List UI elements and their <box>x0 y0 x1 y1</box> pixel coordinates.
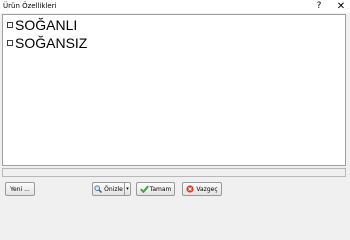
title-bar: Ürün Özellikleri ? ✕ <box>0 0 350 13</box>
ok-button-label: Tamam <box>149 185 172 193</box>
status-bar <box>2 168 346 177</box>
chevron-down-icon: ▾ <box>126 186 129 192</box>
close-button[interactable]: ✕ <box>333 0 349 13</box>
feature-list: SOĞANLI SOĞANSIZ <box>2 14 346 166</box>
window-title: Ürün Özellikleri <box>3 2 57 10</box>
checkbox[interactable] <box>7 40 13 46</box>
new-button[interactable]: Yeni ... <box>5 182 35 196</box>
cancel-icon <box>186 185 194 193</box>
preview-button[interactable]: Önizle <box>92 182 124 196</box>
preview-button-label: Önizle <box>104 185 123 193</box>
button-bar <box>0 179 350 201</box>
list-item-label: SOĞANLI <box>15 17 78 33</box>
list-item-label: SOĞANSIZ <box>15 35 88 51</box>
cancel-button[interactable]: Vazgeç <box>182 182 222 196</box>
help-button[interactable]: ? <box>311 0 327 13</box>
list-item-soganli[interactable]: SOĞANLI <box>7 17 77 33</box>
magnifier-icon <box>94 185 103 193</box>
list-item-sogansiz[interactable]: SOĞANSIZ <box>7 35 87 51</box>
checkmark-icon <box>139 185 149 194</box>
ok-button[interactable]: Tamam <box>136 182 175 196</box>
preview-dropdown-button[interactable]: ▾ <box>124 182 131 196</box>
checkbox[interactable] <box>7 22 13 28</box>
new-button-label: Yeni ... <box>10 185 30 193</box>
cancel-button-label: Vazgeç <box>196 185 218 193</box>
